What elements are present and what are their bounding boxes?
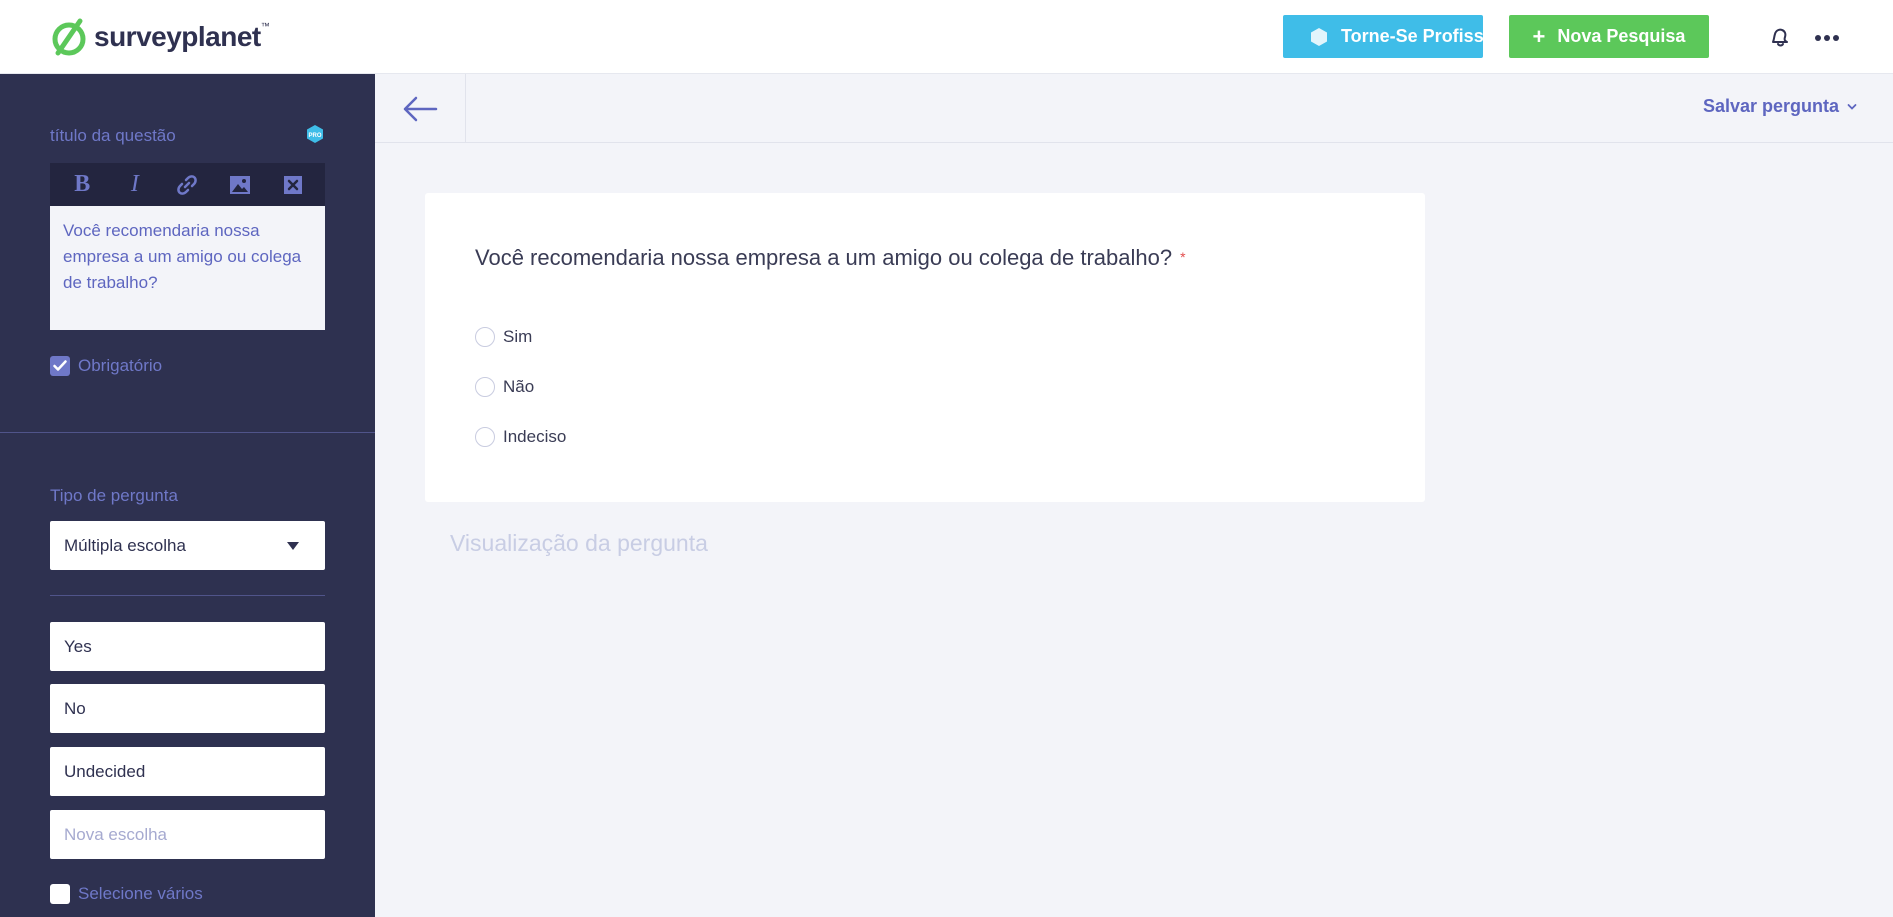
pro-badge-text: PRO: [308, 133, 321, 139]
new-survey-button[interactable]: + Nova Pesquisa: [1509, 15, 1709, 58]
preview-option-2[interactable]: Não: [475, 377, 534, 397]
save-question-button[interactable]: Salvar pergunta: [1703, 96, 1857, 117]
question-type-label: Tipo de pergunta: [50, 486, 178, 505]
clear-format-icon: [283, 175, 302, 194]
required-toggle[interactable]: Obrigatório: [50, 356, 162, 376]
more-icon[interactable]: [1814, 28, 1840, 48]
multi-select-checkbox[interactable]: [50, 884, 70, 904]
multi-select-label: Selecione vários: [78, 884, 203, 903]
preview-option-label: Não: [503, 377, 535, 396]
preview-option-1[interactable]: Sim: [475, 327, 532, 347]
choice-input-2[interactable]: [50, 684, 325, 733]
required-label: Obrigatório: [78, 356, 163, 375]
top-bar: surveyplanet™ Torne-Se Profissional + No…: [0, 0, 1893, 74]
question-title-label: título da questão: [50, 126, 176, 145]
arrow-left-icon: [403, 96, 438, 121]
bell-icon[interactable]: [1768, 25, 1792, 49]
pro-badge-icon[interactable]: PRO: [305, 124, 325, 144]
chevron-down-icon: [1847, 103, 1857, 110]
preview-option-3[interactable]: Indeciso: [475, 427, 566, 447]
preview-caption: Visualização da pergunta: [450, 530, 708, 556]
become-pro-button[interactable]: Torne-Se Profissional: [1283, 15, 1483, 58]
back-button[interactable]: [375, 74, 466, 143]
question-preview-card: Você recomendaria nossa empresa a um ami…: [425, 193, 1425, 502]
image-button[interactable]: [225, 170, 255, 200]
radio-button[interactable]: [475, 427, 495, 447]
editor-toolbar: B I: [50, 163, 325, 206]
choice-input-1[interactable]: [50, 622, 325, 671]
new-survey-label: Nova Pesquisa: [1557, 26, 1686, 46]
multi-select-toggle[interactable]: Selecione vários: [50, 884, 203, 904]
required-checkbox[interactable]: [50, 356, 70, 376]
bold-button[interactable]: B: [67, 170, 97, 200]
question-type-value: Múltipla escolha: [64, 535, 186, 555]
link-button[interactable]: [172, 170, 202, 200]
question-type-select[interactable]: Múltipla escolha: [50, 521, 325, 570]
save-question-label: Salvar pergunta: [1702, 96, 1839, 116]
logo-tm: ™: [260, 21, 270, 31]
become-pro-label: Torne-Se Profissional: [1341, 26, 1483, 46]
radio-button[interactable]: [475, 327, 495, 347]
new-choice-input[interactable]: [50, 810, 325, 859]
preview-option-label: Indeciso: [503, 427, 567, 446]
image-icon: [230, 175, 251, 194]
preview-question-title: Você recomendaria nossa empresa a um ami…: [475, 245, 1186, 271]
choice-input-3[interactable]: [50, 747, 325, 796]
editor-subbar: Salvar pergunta: [375, 74, 1893, 143]
logo-icon: [52, 18, 86, 56]
plus-icon: +: [1532, 23, 1546, 49]
check-icon: [53, 360, 67, 371]
radio-button[interactable]: [475, 377, 495, 397]
italic-button[interactable]: I: [120, 170, 150, 200]
preview-question-text: Você recomendaria nossa empresa a um ami…: [475, 245, 1173, 270]
choices-divider: [50, 595, 325, 596]
sidebar-divider: [0, 432, 375, 433]
preview-option-label: Sim: [503, 327, 533, 346]
link-icon: [177, 174, 198, 195]
logo[interactable]: surveyplanet™: [50, 15, 270, 59]
required-mark: *: [1180, 249, 1186, 265]
pro-icon: [1311, 27, 1327, 46]
logo-text: surveyplanet: [94, 21, 261, 52]
question-text-editor[interactable]: Você recomendaria nossa empresa a um ami…: [50, 206, 325, 330]
clear-format-button[interactable]: [278, 170, 308, 200]
caret-down-icon: [287, 541, 299, 550]
